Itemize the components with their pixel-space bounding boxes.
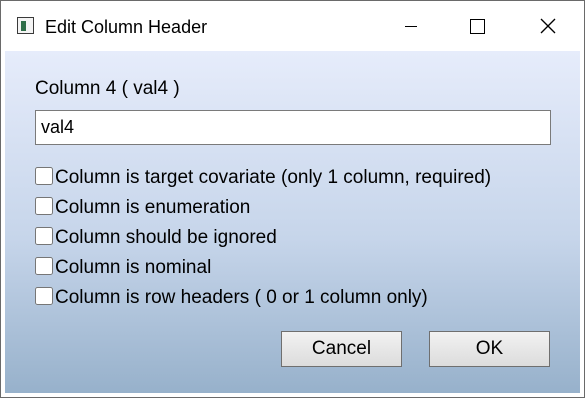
- maximize-button[interactable]: [443, 1, 513, 51]
- edit-column-header-window: Edit Column Header Column 4 ( val4 ) Col…: [0, 0, 585, 398]
- minimize-button[interactable]: [374, 1, 444, 51]
- window-title: Edit Column Header: [45, 17, 208, 37]
- row-headers-label: Column is row headers ( 0 or 1 column on…: [55, 287, 428, 308]
- row-headers-checkbox[interactable]: [35, 287, 53, 305]
- nominal-checkbox[interactable]: [35, 257, 53, 275]
- close-button[interactable]: [513, 1, 583, 51]
- ignored-checkbox[interactable]: [35, 227, 53, 245]
- column-name-input[interactable]: [35, 110, 551, 145]
- ignored-label: Column should be ignored: [55, 227, 277, 248]
- dialog-body: Column 4 ( val4 ) Column is target covar…: [5, 51, 580, 393]
- ok-button[interactable]: OK: [429, 331, 550, 367]
- target-covariate-checkbox[interactable]: [35, 167, 53, 185]
- maximize-icon: [470, 19, 485, 34]
- app-icon-bar: [21, 21, 26, 31]
- column-label: Column 4 ( val4 ): [35, 78, 180, 99]
- target-covariate-label: Column is target covariate (only 1 colum…: [55, 167, 492, 188]
- cancel-button[interactable]: Cancel: [281, 331, 402, 367]
- title-bar[interactable]: Edit Column Header: [1, 1, 584, 51]
- app-icon: [17, 17, 34, 34]
- enumeration-label: Column is enumeration: [55, 197, 251, 218]
- close-icon: [540, 18, 556, 34]
- enumeration-checkbox[interactable]: [35, 197, 53, 215]
- minimize-icon: [405, 26, 417, 27]
- nominal-label: Column is nominal: [55, 257, 212, 278]
